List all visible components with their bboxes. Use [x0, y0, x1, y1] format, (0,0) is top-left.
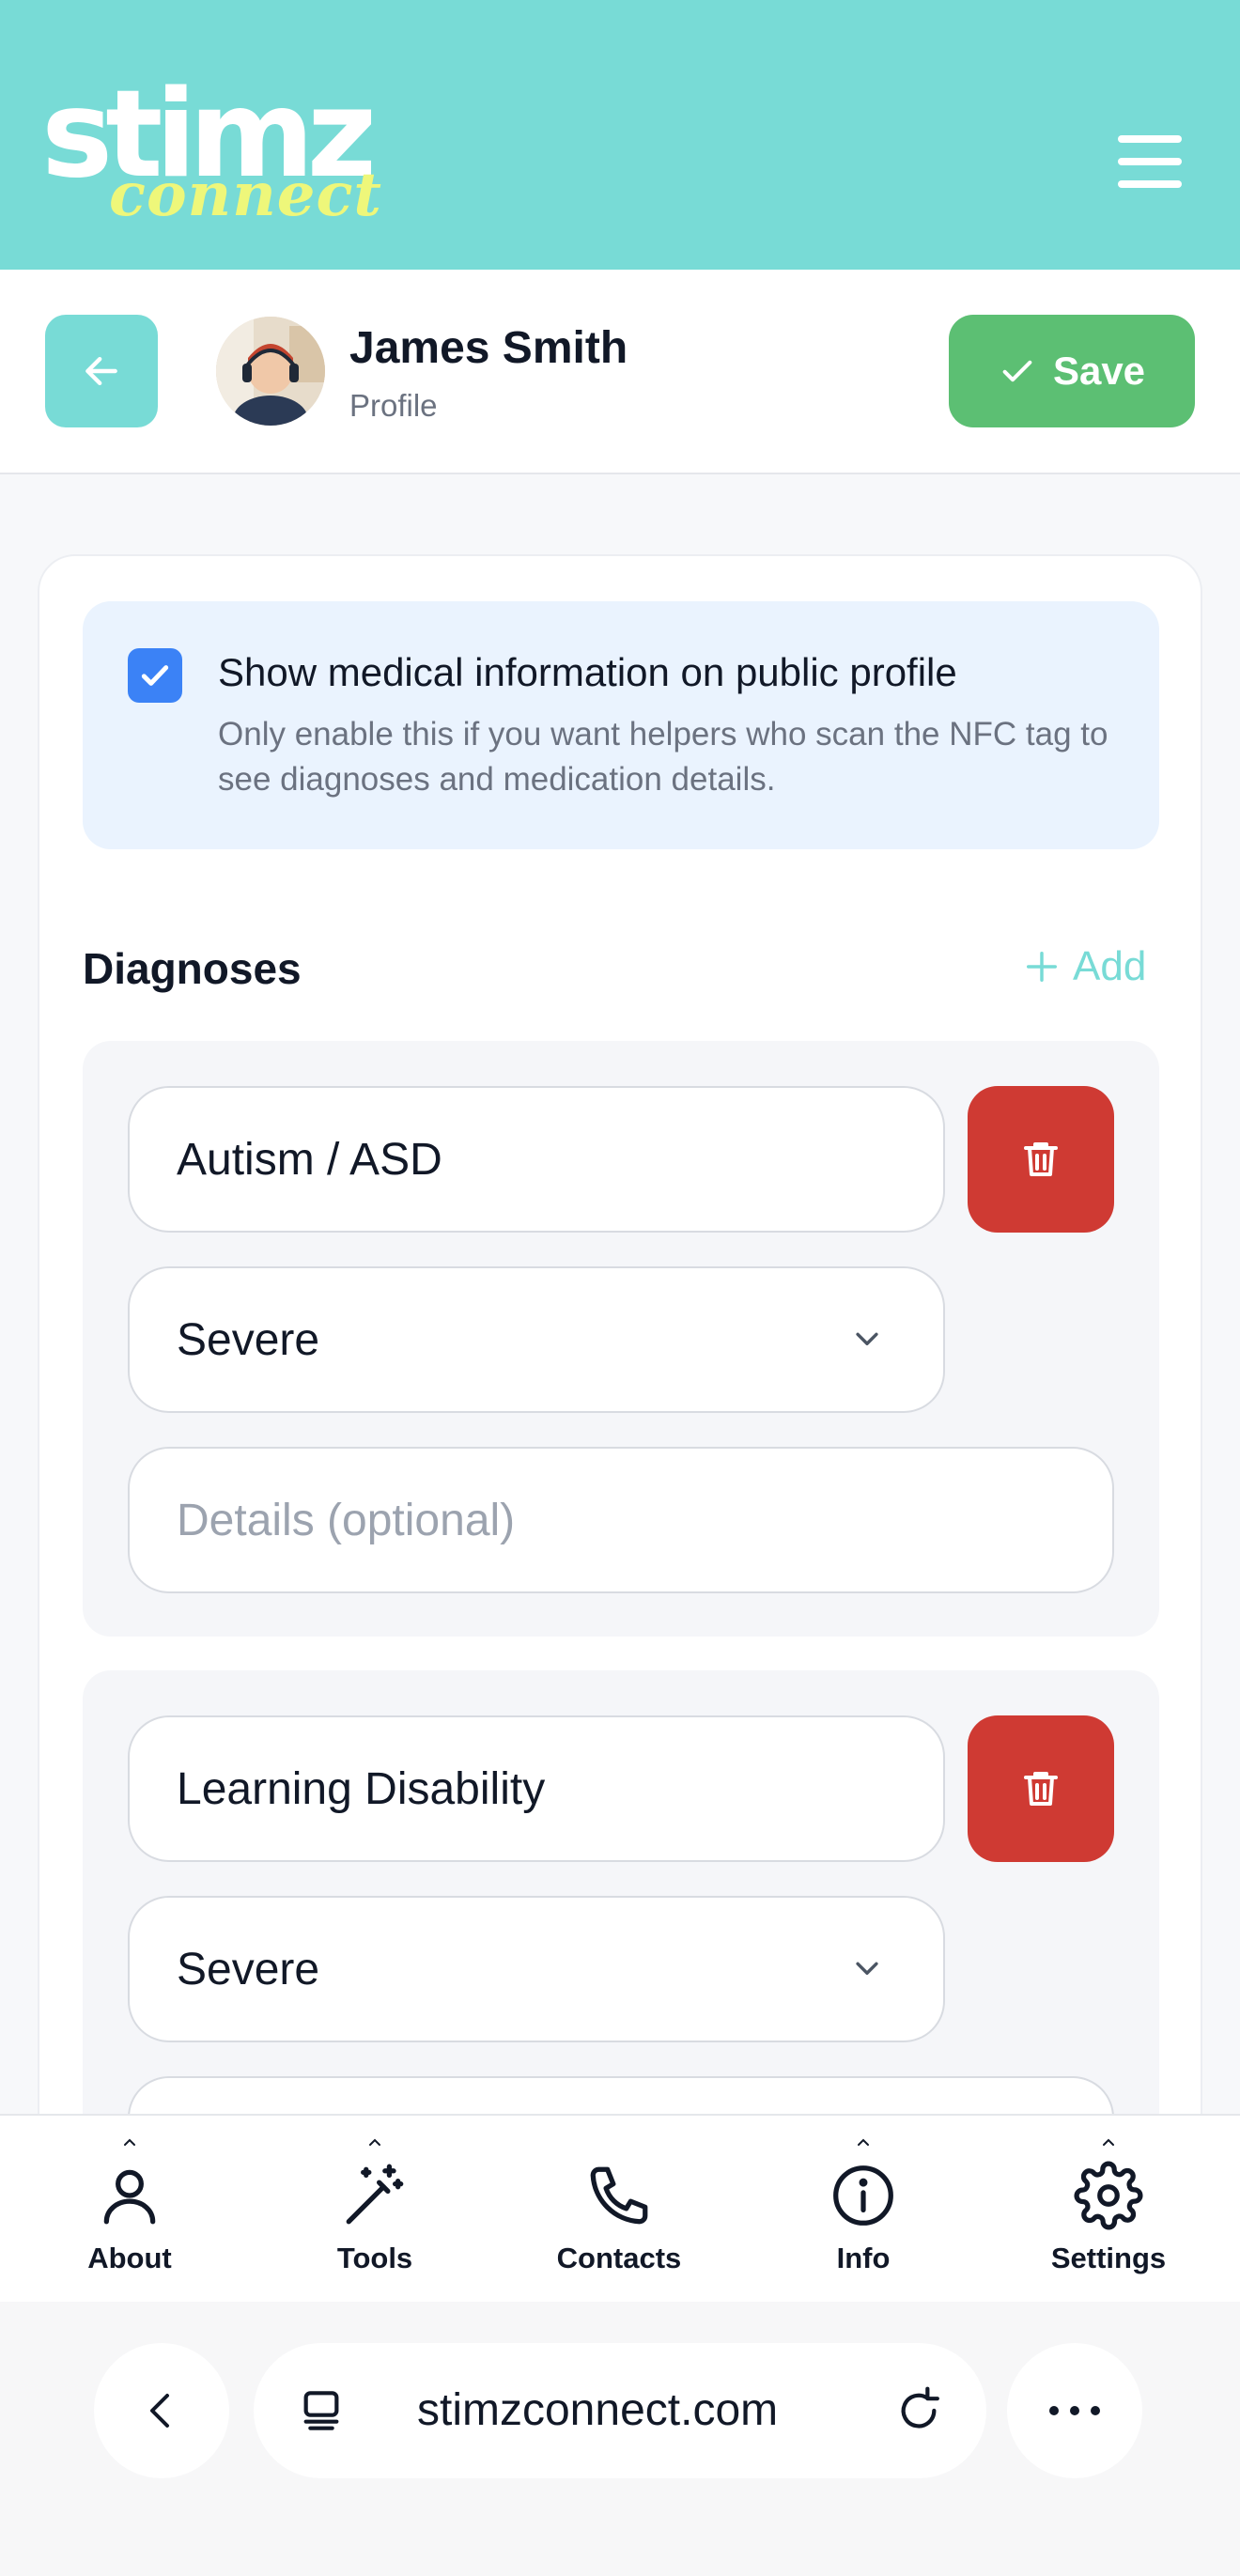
save-label: Save: [1052, 349, 1146, 393]
phone-icon: [506, 2161, 732, 2230]
delete-diagnosis-button[interactable]: [968, 1086, 1114, 1233]
severity-value: Severe: [177, 1944, 320, 1994]
info-icon: [751, 2161, 976, 2230]
gear-icon: [996, 2161, 1221, 2230]
profile-subtitle: Profile: [349, 388, 438, 423]
person-icon: [17, 2161, 242, 2230]
profile-bar: James Smith Profile Save: [0, 270, 1240, 474]
trash-icon: [1024, 1142, 1058, 1176]
nav-tools-label: Tools: [336, 2242, 413, 2274]
caret-up-icon: [17, 2136, 242, 2148]
chevron-down-icon: [856, 1332, 878, 1345]
diagnosis-entry: Learning Disability Severe: [83, 1670, 1159, 2168]
nav-about-label: About: [87, 2242, 172, 2274]
arrow-left-icon: [85, 356, 117, 386]
show-medical-info-checkbox[interactable]: [128, 648, 182, 703]
magic-wand-icon: [262, 2161, 488, 2230]
check-icon: [1002, 360, 1032, 382]
add-label: Add: [1073, 943, 1147, 989]
app-header: stimz connect: [0, 0, 1240, 270]
browser-back-button[interactable]: [94, 2343, 229, 2478]
reload-icon[interactable]: [892, 2384, 945, 2437]
nav-contacts-label: Contacts: [556, 2242, 682, 2274]
diagnosis-entry: Autism / ASD Severe Details (optional): [83, 1041, 1159, 1637]
browser-toolbar: stimzconnect.com: [0, 2302, 1240, 2576]
checkmark-icon: [141, 665, 169, 686]
profile-name: James Smith: [349, 323, 628, 373]
stimz-connect-logo[interactable]: stimz connect: [41, 75, 417, 235]
save-button[interactable]: Save: [949, 315, 1195, 427]
caret-up-icon: [751, 2136, 976, 2148]
nav-info-label: Info: [836, 2242, 891, 2274]
caret-up-icon: [996, 2136, 1221, 2148]
browser-more-button[interactable]: [1007, 2343, 1142, 2478]
plus-icon: [1027, 952, 1057, 982]
notice-body: Only enable this if you want helpers who…: [218, 716, 1108, 798]
diagnosis-name-value: Autism / ASD: [177, 1134, 442, 1185]
tabs-icon: [303, 2391, 339, 2430]
diagnosis-name-input[interactable]: Learning Disability: [128, 1715, 945, 1862]
back-button[interactable]: [45, 315, 158, 427]
hamburger-menu-icon[interactable]: [1118, 135, 1186, 188]
severity-value: Severe: [177, 1314, 320, 1365]
address-bar[interactable]: stimzconnect.com: [254, 2343, 986, 2478]
diagnosis-name-value: Learning Disability: [177, 1763, 546, 1814]
details-input[interactable]: Details (optional): [128, 1447, 1114, 1593]
notice-title: Show medical information on public profi…: [218, 650, 957, 694]
caret-up-icon: [262, 2136, 488, 2148]
delete-diagnosis-button[interactable]: [968, 1715, 1114, 1862]
diagnosis-name-input[interactable]: Autism / ASD: [128, 1086, 945, 1233]
medical-info-card: Show medical information on public profi…: [38, 554, 1202, 2170]
nav-settings-label: Settings: [1050, 2242, 1167, 2274]
details-placeholder: Details (optional): [177, 1495, 516, 1545]
avatar: [216, 317, 325, 426]
chevron-down-icon: [856, 1962, 878, 1975]
chevron-left-icon: [150, 2394, 169, 2428]
logo-sub-text: connect: [109, 160, 382, 230]
diagnoses-heading: Diagnoses: [83, 944, 302, 993]
more-dots-icon: [1049, 2406, 1100, 2415]
url-text: stimzconnect.com: [417, 2385, 779, 2435]
severity-select[interactable]: Severe: [128, 1266, 945, 1413]
trash-icon: [1024, 1772, 1058, 1806]
add-diagnosis-button[interactable]: Add: [1024, 943, 1146, 990]
public-medical-info-notice: Show medical information on public profi…: [83, 601, 1159, 849]
severity-select[interactable]: Severe: [128, 1896, 945, 2042]
